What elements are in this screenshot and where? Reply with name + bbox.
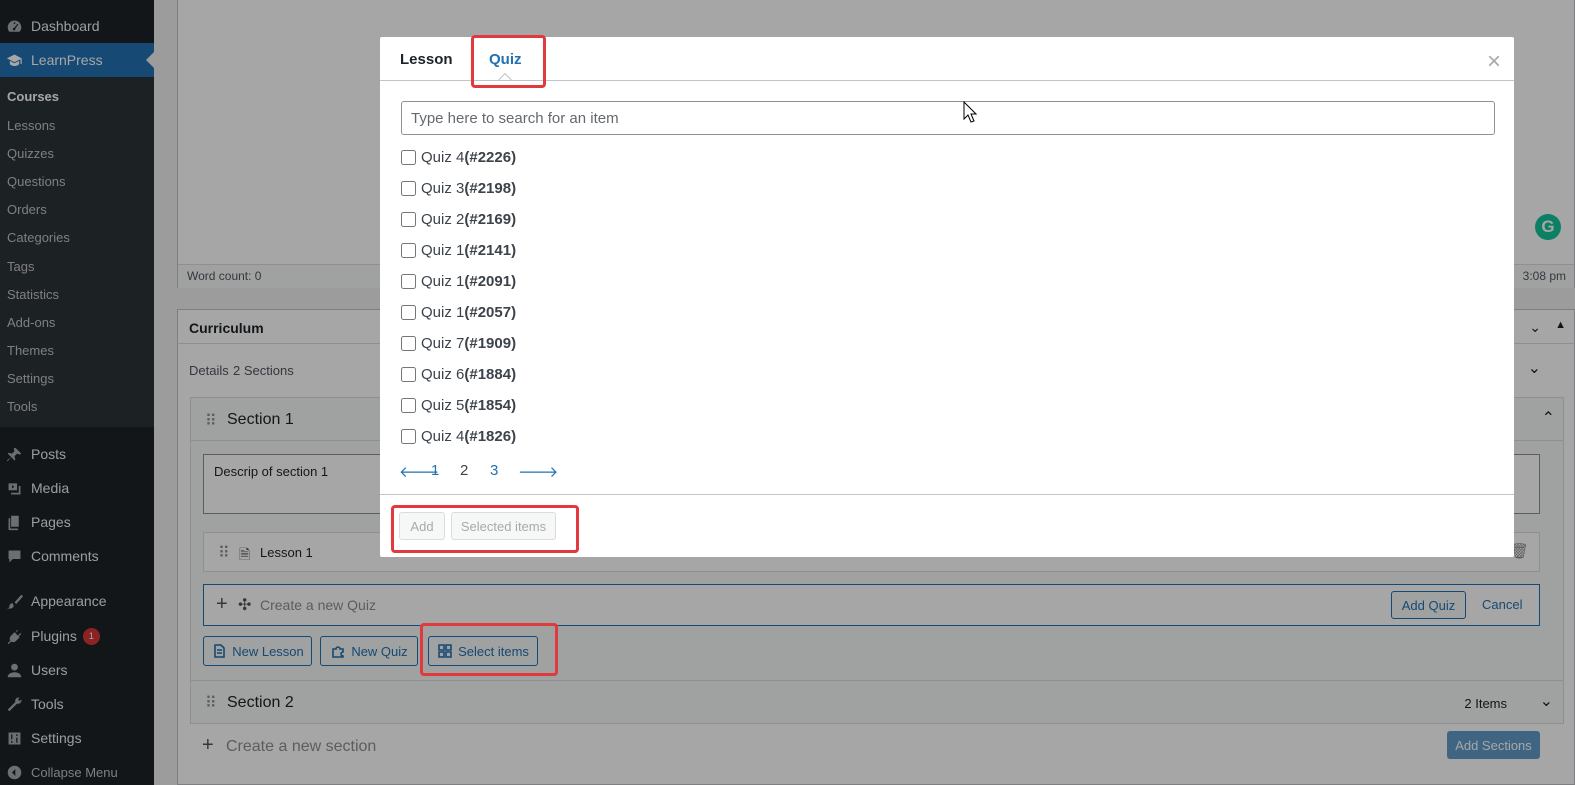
item-id: (#2091) — [464, 272, 517, 290]
select-items-modal: Lesson Quiz × Type here to search for an… — [380, 37, 1514, 557]
item-name: Quiz 1 — [421, 303, 465, 321]
item-id: (#2141) — [464, 241, 517, 259]
list-item[interactable]: Quiz 1 (#2091) — [401, 271, 516, 291]
item-checkbox[interactable] — [401, 180, 416, 196]
item-checkbox[interactable] — [401, 149, 416, 165]
item-checkbox[interactable] — [401, 273, 416, 289]
page-1-link[interactable]: 1 — [431, 462, 439, 479]
list-item[interactable]: Quiz 5 (#1854) — [401, 395, 516, 415]
tab-quiz[interactable]: Quiz — [489, 51, 522, 68]
list-item[interactable]: Quiz 7 (#1909) — [401, 333, 516, 353]
page-2-current: 2 — [460, 462, 469, 479]
item-name: Quiz 2 — [421, 210, 465, 228]
item-name: Quiz 6 — [421, 365, 465, 383]
item-name: Quiz 1 — [421, 241, 465, 259]
item-name: Quiz 7 — [421, 334, 465, 352]
list-item[interactable]: Quiz 4 (#1826) — [401, 426, 516, 446]
item-id: (#1909) — [464, 334, 517, 352]
close-icon[interactable]: × — [1487, 48, 1501, 76]
item-name: Quiz 3 — [421, 179, 465, 197]
item-id: (#2226) — [464, 148, 517, 166]
item-id: (#1826) — [464, 427, 517, 445]
page-3-link[interactable]: 3 — [490, 462, 498, 479]
list-item[interactable]: Quiz 4 (#2226) — [401, 147, 516, 167]
item-checkbox[interactable] — [401, 366, 416, 382]
next-page-arrow-icon[interactable]: 🡒 — [518, 462, 558, 481]
list-item[interactable]: Quiz 1 (#2141) — [401, 240, 516, 260]
mouse-cursor-icon — [963, 101, 977, 123]
list-item[interactable]: Quiz 1 (#2057) — [401, 302, 516, 322]
item-checkbox[interactable] — [401, 335, 416, 351]
list-item[interactable]: Quiz 2 (#2169) — [401, 209, 516, 229]
selected-items-button[interactable]: Selected items — [451, 512, 556, 540]
item-name: Quiz 4 — [421, 427, 465, 445]
search-input[interactable]: Type here to search for an item — [401, 101, 1495, 135]
item-checkbox[interactable] — [401, 304, 416, 320]
list-item[interactable]: Quiz 6 (#1884) — [401, 364, 516, 384]
item-id: (#2169) — [464, 210, 517, 228]
item-id: (#2057) — [464, 303, 517, 321]
item-checkbox[interactable] — [401, 211, 416, 227]
item-checkbox[interactable] — [401, 242, 416, 258]
item-checkbox[interactable] — [401, 428, 416, 444]
list-item[interactable]: Quiz 3 (#2198) — [401, 178, 516, 198]
item-name: Quiz 4 — [421, 148, 465, 166]
item-checkbox[interactable] — [401, 397, 416, 413]
add-button[interactable]: Add — [399, 512, 445, 540]
item-id: (#1884) — [464, 365, 517, 383]
item-name: Quiz 1 — [421, 272, 465, 290]
item-name: Quiz 5 — [421, 396, 465, 414]
tab-lesson[interactable]: Lesson — [400, 51, 453, 68]
item-id: (#1854) — [464, 396, 517, 414]
item-id: (#2198) — [464, 179, 517, 197]
